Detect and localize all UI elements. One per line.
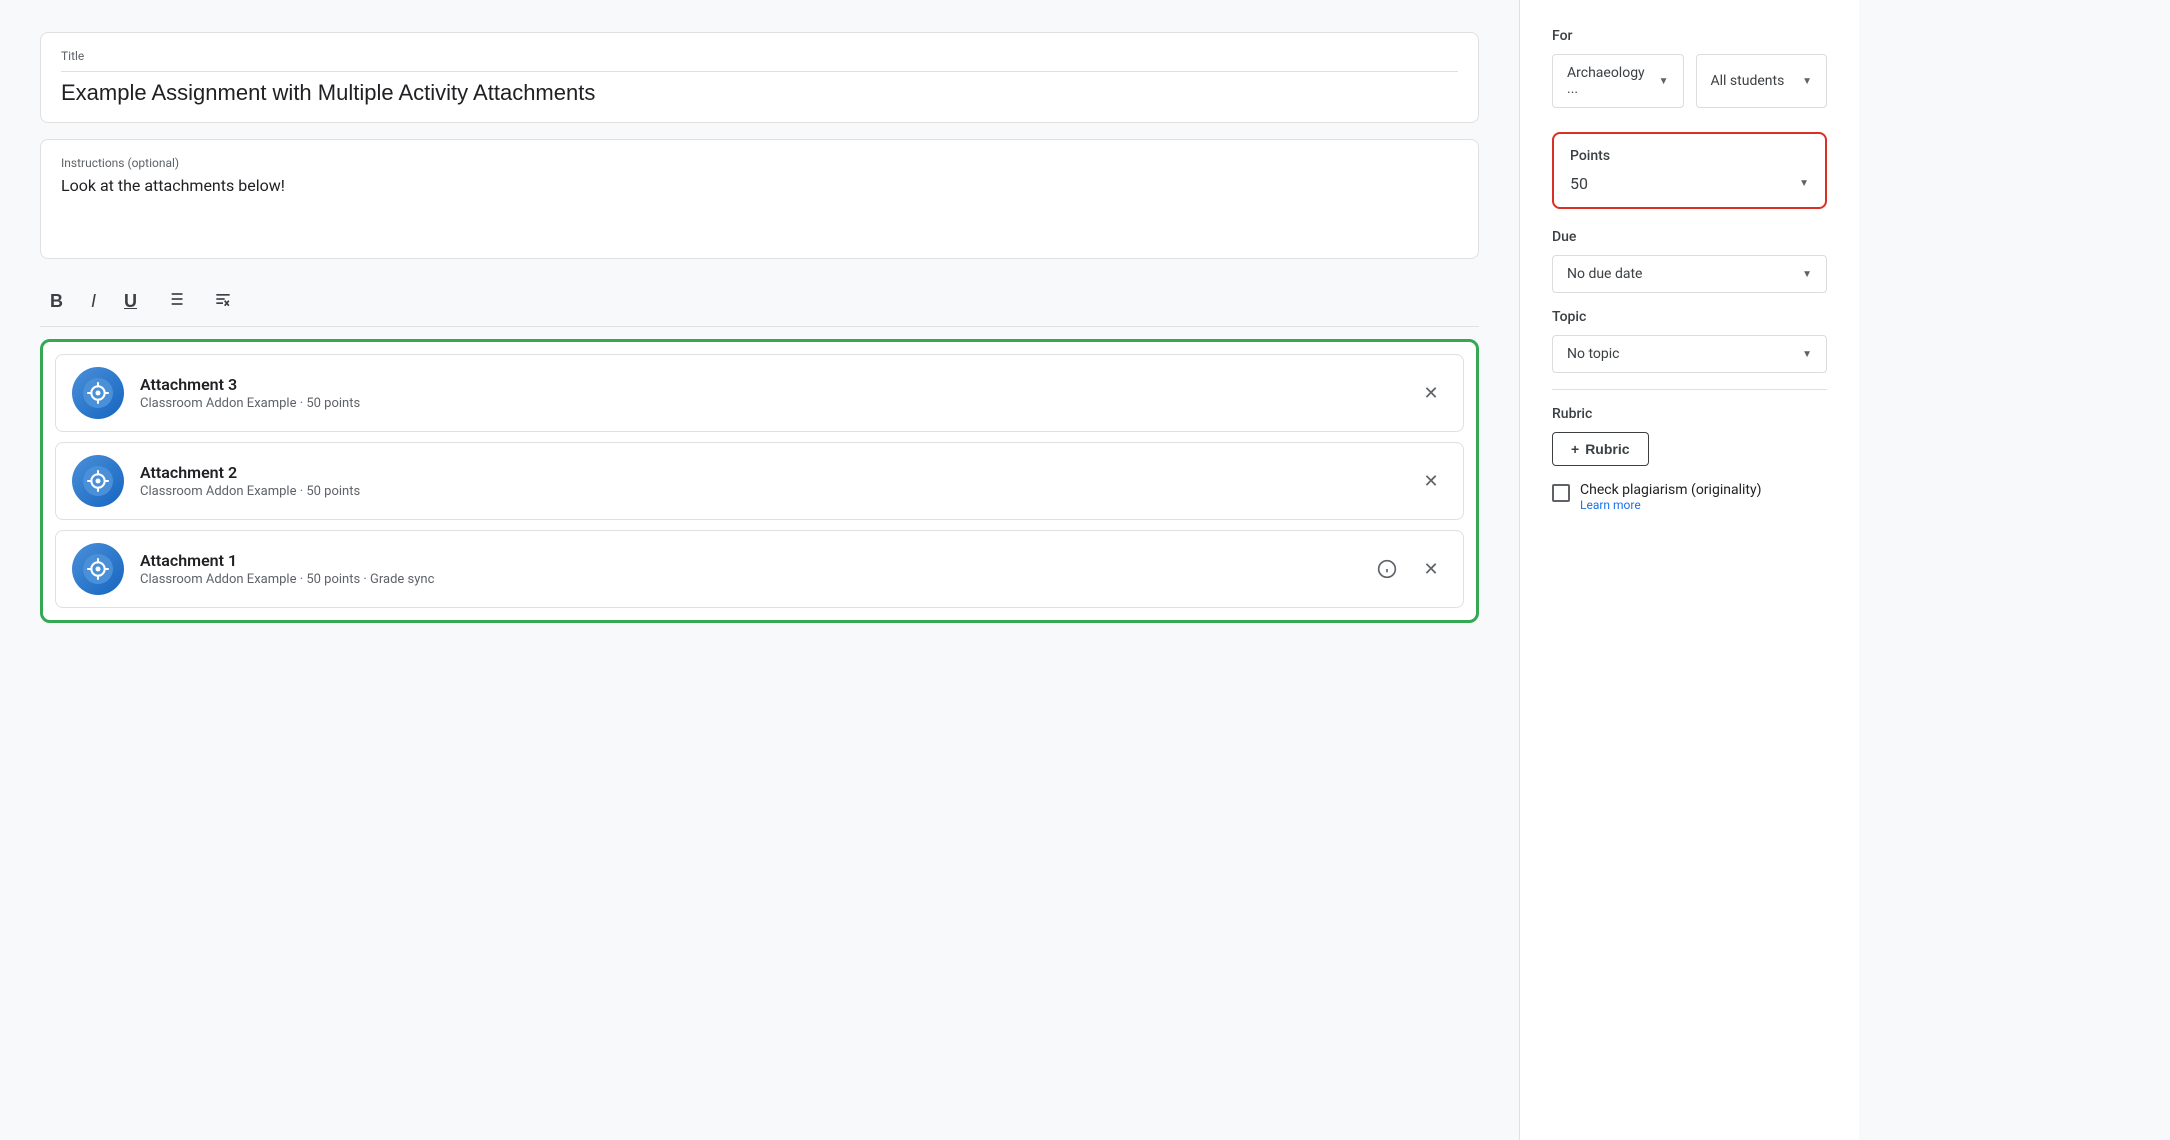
attachment-item: Attachment 3 Classroom Addon Example · 5… [55, 354, 1464, 432]
formatting-toolbar-container: B I U [40, 275, 1479, 327]
class-dropdown[interactable]: Archaeology ... ▼ [1552, 54, 1684, 108]
class-dropdown-text: Archaeology ... [1567, 65, 1653, 97]
attachment-1-remove-button[interactable]: ✕ [1415, 553, 1447, 585]
italic-button[interactable]: I [85, 288, 102, 314]
attachment-3-icon [72, 367, 124, 419]
rubric-plus-icon: + [1571, 441, 1579, 457]
points-value: 50 [1570, 174, 1588, 193]
list-button[interactable] [159, 285, 191, 316]
sidebar: For Archaeology ... ▼ All students ▼ Poi… [1519, 0, 1859, 1140]
rubric-label: Rubric [1552, 406, 1827, 422]
attachment-3-name: Attachment 3 [140, 375, 1399, 394]
plagiarism-info: Check plagiarism (originality) Learn mor… [1580, 482, 1761, 512]
rubric-btn-text: Rubric [1585, 441, 1629, 457]
due-dropdown[interactable]: No due date ▼ [1552, 255, 1827, 293]
plagiarism-row: Check plagiarism (originality) Learn mor… [1552, 482, 1827, 512]
attachment-1-meta: Classroom Addon Example · 50 points · Gr… [140, 572, 1355, 587]
plagiarism-title: Check plagiarism (originality) [1580, 482, 1761, 498]
students-dropdown-chevron: ▼ [1802, 76, 1812, 87]
topic-dropdown-text: No topic [1567, 346, 1619, 362]
attachment-1-info-button[interactable] [1371, 553, 1403, 585]
attachment-3-meta: Classroom Addon Example · 50 points [140, 396, 1399, 411]
attachment-item: Attachment 2 Classroom Addon Example · 5… [55, 442, 1464, 520]
attachment-3-info: Attachment 3 Classroom Addon Example · 5… [140, 375, 1399, 411]
title-label: Title [61, 49, 1458, 63]
title-field: Title [40, 32, 1479, 123]
attachment-1-name: Attachment 1 [140, 551, 1355, 570]
plagiarism-checkbox[interactable] [1552, 484, 1570, 502]
class-dropdown-chevron: ▼ [1659, 76, 1669, 87]
attachment-2-info: Attachment 2 Classroom Addon Example · 5… [140, 463, 1399, 499]
for-row: Archaeology ... ▼ All students ▼ [1552, 54, 1827, 108]
attachment-1-actions: ✕ [1371, 553, 1447, 585]
attachment-2-icon [72, 455, 124, 507]
for-label: For [1552, 28, 1827, 44]
instructions-text[interactable]: Look at the attachments below! [61, 176, 1458, 195]
due-dropdown-text: No due date [1567, 266, 1642, 282]
title-input[interactable] [61, 80, 1458, 106]
points-section: Points 50 ▼ [1552, 132, 1827, 209]
plagiarism-learn-more-link[interactable]: Learn more [1580, 498, 1761, 512]
students-dropdown[interactable]: All students ▼ [1696, 54, 1828, 108]
attachment-2-remove-button[interactable]: ✕ [1415, 465, 1447, 497]
attachment-1-info: Attachment 1 Classroom Addon Example · 5… [140, 551, 1355, 587]
attachment-1-icon [72, 543, 124, 595]
points-label: Points [1570, 148, 1809, 164]
topic-dropdown[interactable]: No topic ▼ [1552, 335, 1827, 373]
points-dropdown[interactable]: 50 ▼ [1570, 174, 1809, 193]
topic-label: Topic [1552, 309, 1827, 325]
instructions-label: Instructions (optional) [61, 156, 1458, 170]
instructions-field: Instructions (optional) Look at the atta… [40, 139, 1479, 259]
attachments-container: Attachment 3 Classroom Addon Example · 5… [40, 339, 1479, 623]
attachment-2-name: Attachment 2 [140, 463, 1399, 482]
attachment-2-meta: Classroom Addon Example · 50 points [140, 484, 1399, 499]
attachment-3-actions: ✕ [1415, 377, 1447, 409]
attachment-3-remove-button[interactable]: ✕ [1415, 377, 1447, 409]
topic-chevron: ▼ [1802, 349, 1812, 360]
attachment-item: Attachment 1 Classroom Addon Example · 5… [55, 530, 1464, 608]
clear-format-button[interactable] [207, 285, 239, 316]
rubric-button[interactable]: + Rubric [1552, 432, 1649, 466]
formatting-toolbar: B I U [40, 275, 1479, 326]
due-chevron: ▼ [1802, 269, 1812, 280]
due-label: Due [1552, 229, 1827, 245]
attachment-2-actions: ✕ [1415, 465, 1447, 497]
bold-button[interactable]: B [44, 288, 69, 314]
underline-button[interactable]: U [118, 288, 143, 314]
students-dropdown-text: All students [1711, 73, 1785, 89]
sidebar-divider-1 [1552, 389, 1827, 390]
points-chevron: ▼ [1799, 178, 1809, 189]
